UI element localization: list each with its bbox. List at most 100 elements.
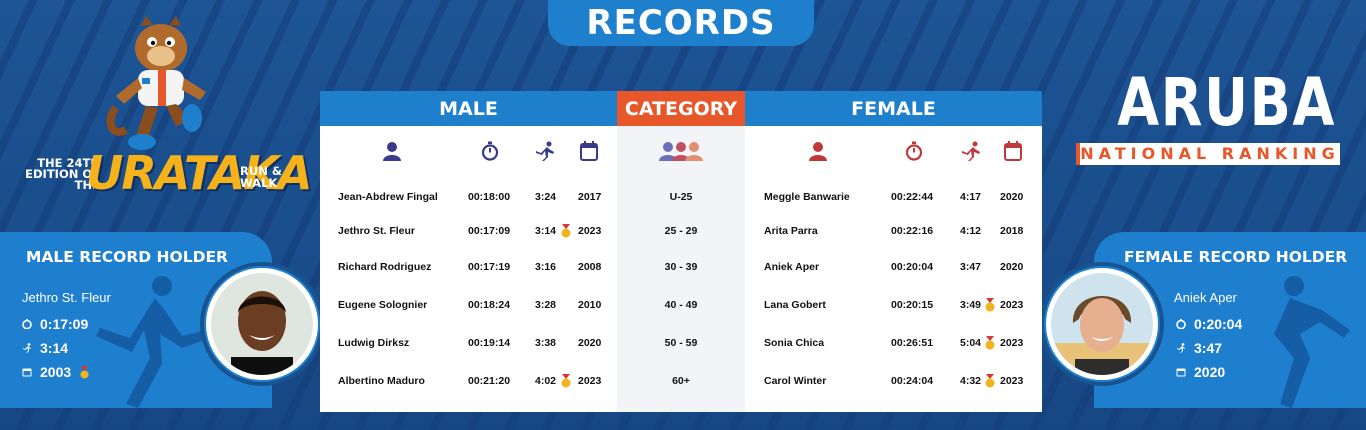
calendar-icon xyxy=(1004,141,1022,161)
female-holder-year-row: 2020 xyxy=(1176,364,1225,380)
female-holder-photo-frame xyxy=(1040,262,1164,386)
male-time: 00:17:09 xyxy=(468,225,511,237)
female-athlete-name: Meggle Banwarie xyxy=(764,191,850,203)
male-year: 2023 xyxy=(578,225,602,237)
category-label: 40 - 49 xyxy=(664,299,698,311)
records-table: MALE CATEGORY FEMALE Jean-Abdrew Fingal 0… xyxy=(320,91,1042,412)
male-holder-photo-frame xyxy=(200,262,324,386)
runner-silhouette-icon xyxy=(96,276,210,408)
stopwatch-icon xyxy=(1176,319,1186,329)
male-pace: 3:28 xyxy=(535,299,557,311)
female-holder-avatar xyxy=(1046,268,1158,380)
runner-icon xyxy=(1177,343,1185,353)
medal-icon xyxy=(560,224,572,238)
runner-icon xyxy=(962,141,980,161)
female-pace: 3:47 xyxy=(960,261,982,273)
stopwatch-icon xyxy=(22,319,32,329)
male-athlete-name: Jethro St. Fleur xyxy=(338,225,416,237)
female-time: 00:26:51 xyxy=(891,337,934,349)
female-year: 2023 xyxy=(1000,299,1024,311)
female-athlete-name: Sonia Chica xyxy=(764,337,825,349)
male-holder-time-row: 0:17:09 xyxy=(22,316,88,332)
male-athlete-name: Richard Rodriguez xyxy=(338,261,432,273)
male-time: 00:19:14 xyxy=(468,337,511,349)
female-holder-pace: 3:47 xyxy=(1194,340,1223,356)
female-athlete-name: Arita Parra xyxy=(764,225,818,237)
runner-icon xyxy=(23,343,31,353)
female-holder-name: Aniek Aper xyxy=(1174,290,1237,305)
female-pace: 4:12 xyxy=(960,225,982,237)
female-year: 2020 xyxy=(1000,261,1024,273)
ranking-subtitle: NATIONAL RANKING xyxy=(1076,143,1340,165)
page-title: RECORDS xyxy=(548,0,814,46)
female-time: 00:20:04 xyxy=(891,261,934,273)
mascot-icon xyxy=(106,16,206,150)
male-holder-time: 0:17:09 xyxy=(40,316,89,332)
group-icon xyxy=(659,142,703,161)
category-header: CATEGORY xyxy=(617,91,745,126)
male-athlete-name: Albertino Maduro xyxy=(338,375,425,387)
male-holder-pace-row: 3:14 xyxy=(22,340,68,356)
female-time: 00:24:04 xyxy=(891,375,934,387)
male-year: 2020 xyxy=(578,337,602,349)
female-holder-time: 0:20:04 xyxy=(1194,316,1243,332)
female-time: 00:22:16 xyxy=(891,225,934,237)
logo-run-walk: RUN & WALK xyxy=(240,164,282,190)
medal-icon xyxy=(984,336,996,350)
stopwatch-icon xyxy=(481,141,499,161)
male-time: 00:18:24 xyxy=(468,299,511,311)
female-holder-time-row: 0:20:04 xyxy=(1176,316,1242,332)
runner-icon xyxy=(536,141,554,161)
male-holder-name: Jethro St. Fleur xyxy=(22,290,111,305)
male-time: 00:21:20 xyxy=(468,375,511,387)
female-time: 00:20:15 xyxy=(891,299,934,311)
female-athlete-name: Aniek Aper xyxy=(764,261,820,273)
female-year: 2023 xyxy=(1000,337,1024,349)
male-athlete-name: Ludwig Dirksz xyxy=(338,337,410,349)
calendar-icon xyxy=(22,368,32,377)
person-icon xyxy=(383,142,401,161)
category-label: 25 - 29 xyxy=(664,225,698,237)
female-holder-year: 2020 xyxy=(1194,364,1226,380)
stopwatch-icon xyxy=(905,141,923,161)
runner-silhouette-icon xyxy=(1274,276,1350,408)
male-time: 00:17:19 xyxy=(468,261,511,273)
male-holder-title: MALE RECORD HOLDER xyxy=(26,248,228,266)
person-icon xyxy=(809,142,827,161)
male-year: 2023 xyxy=(578,375,602,387)
male-header: MALE xyxy=(320,91,617,126)
female-holder-pace-row: 3:47 xyxy=(1176,340,1222,356)
male-pace: 3:24 xyxy=(535,191,557,203)
female-pace: 4:17 xyxy=(960,191,982,203)
male-time: 00:18:00 xyxy=(468,191,511,203)
male-portrait-icon xyxy=(211,273,313,375)
male-year: 2010 xyxy=(578,299,602,311)
category-label: U-25 xyxy=(669,191,693,203)
male-holder-year-row: 2003 xyxy=(22,364,90,380)
male-pace: 3:38 xyxy=(535,337,557,349)
category-label: 50 - 59 xyxy=(664,337,698,349)
male-holder-year: 2003 xyxy=(40,364,72,380)
female-pace: 5:04 xyxy=(960,337,982,349)
female-athlete-name: Carol Winter xyxy=(764,375,827,387)
female-year: 2018 xyxy=(1000,225,1024,237)
female-year: 2020 xyxy=(1000,191,1024,203)
calendar-icon xyxy=(580,141,598,161)
male-athlete-name: Jean-Abdrew Fingal xyxy=(338,191,438,203)
female-portrait-icon xyxy=(1051,273,1153,375)
medal-icon xyxy=(984,374,996,388)
female-header: FEMALE xyxy=(745,91,1042,126)
female-pace: 3:49 xyxy=(960,299,982,311)
female-athlete-name: Lana Gobert xyxy=(764,299,826,311)
medal-icon xyxy=(560,374,572,388)
male-pace: 3:14 xyxy=(535,225,557,237)
medal-icon xyxy=(80,365,89,378)
male-year: 2008 xyxy=(578,261,602,273)
medal-icon xyxy=(984,298,996,312)
female-year: 2023 xyxy=(1000,375,1024,387)
male-holder-avatar xyxy=(206,268,318,380)
female-time: 00:22:44 xyxy=(891,191,934,203)
male-holder-pace: 3:14 xyxy=(40,340,69,356)
male-athlete-name: Eugene Solognier xyxy=(338,299,428,311)
male-pace: 3:16 xyxy=(535,261,557,273)
